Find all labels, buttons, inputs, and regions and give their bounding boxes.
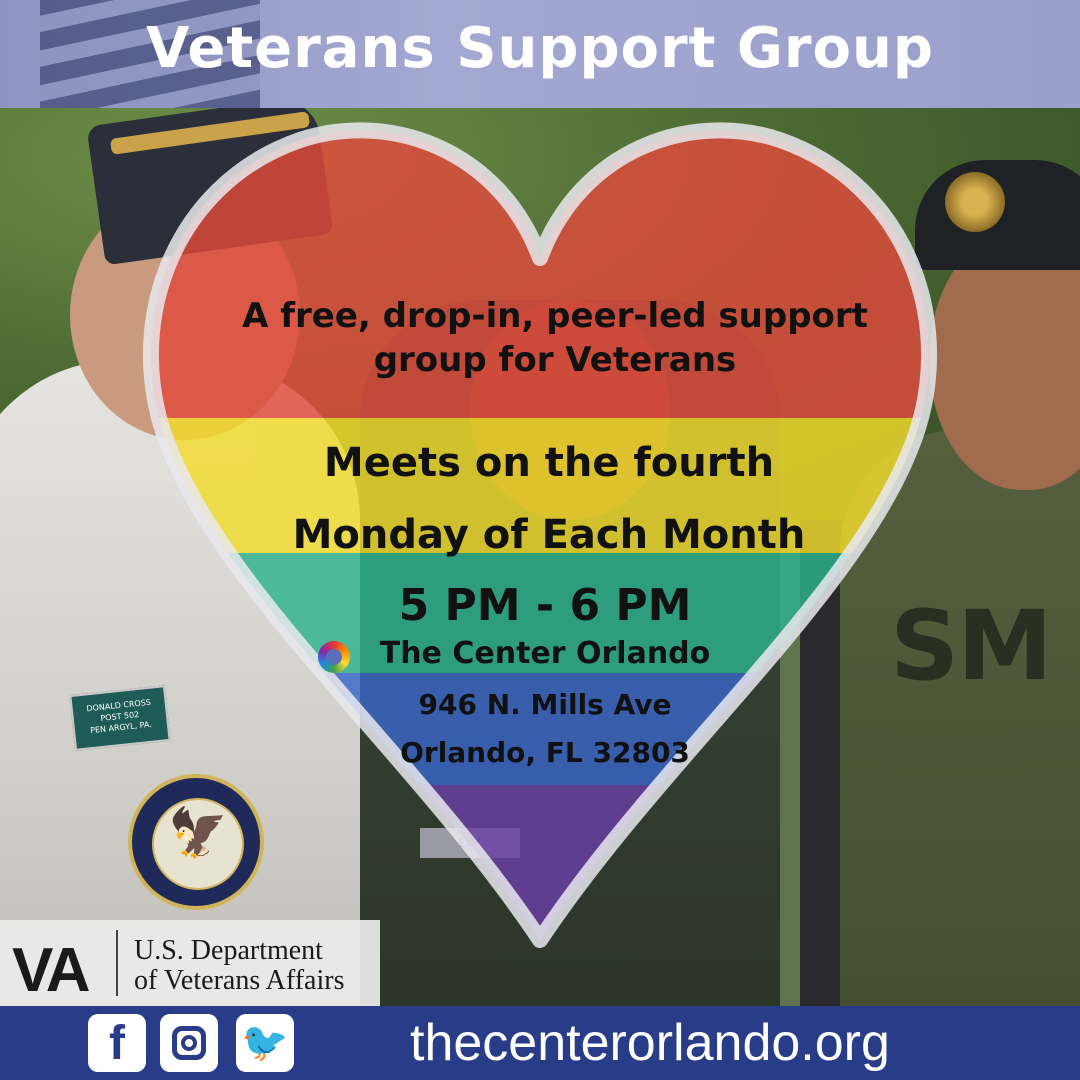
intro-text: A free, drop-in, peer-led support group …: [0, 294, 1080, 382]
intro-line: A free, drop-in, peer-led support: [242, 296, 868, 336]
va-text-line: U.S. Department: [134, 935, 323, 966]
page-title: Veterans Support Group: [146, 16, 934, 81]
address-city: Orlando, FL 32803: [400, 736, 690, 769]
meeting-time: 5 PM - 6 PM: [398, 580, 692, 631]
instagram-icon[interactable]: [160, 1014, 218, 1072]
twitter-glyph: 🐦: [241, 1022, 289, 1064]
schedule-text: Meets on the fourth Monday of Each Month: [0, 438, 1080, 560]
schedule-line: Meets on the fourth: [323, 440, 775, 486]
location-name: The Center Orlando: [379, 636, 711, 671]
va-logo-mark: VA: [12, 936, 91, 1005]
va-seal-icon: 🦅: [128, 774, 264, 910]
instagram-lens: [181, 1035, 197, 1051]
address-street: 946 N. Mills Ave: [418, 688, 672, 721]
website-link[interactable]: thecenterorlando.org: [410, 1008, 890, 1078]
va-logo-divider: [116, 930, 118, 996]
twitter-icon[interactable]: 🐦: [236, 1014, 294, 1072]
flyer: SM DONALD CROSS POST 502 PEN ARGYL, PA. …: [0, 0, 1080, 1080]
intro-line: group for Veterans: [373, 340, 737, 380]
eagle-icon: 🦅: [168, 805, 228, 861]
schedule-line: Monday of Each Month: [292, 512, 806, 558]
facebook-icon[interactable]: f: [88, 1014, 146, 1072]
facebook-glyph: f: [109, 1017, 125, 1070]
va-logo-text: U.S. Department of Veterans Affairs: [134, 936, 344, 996]
va-text-line: of Veterans Affairs: [134, 965, 345, 996]
